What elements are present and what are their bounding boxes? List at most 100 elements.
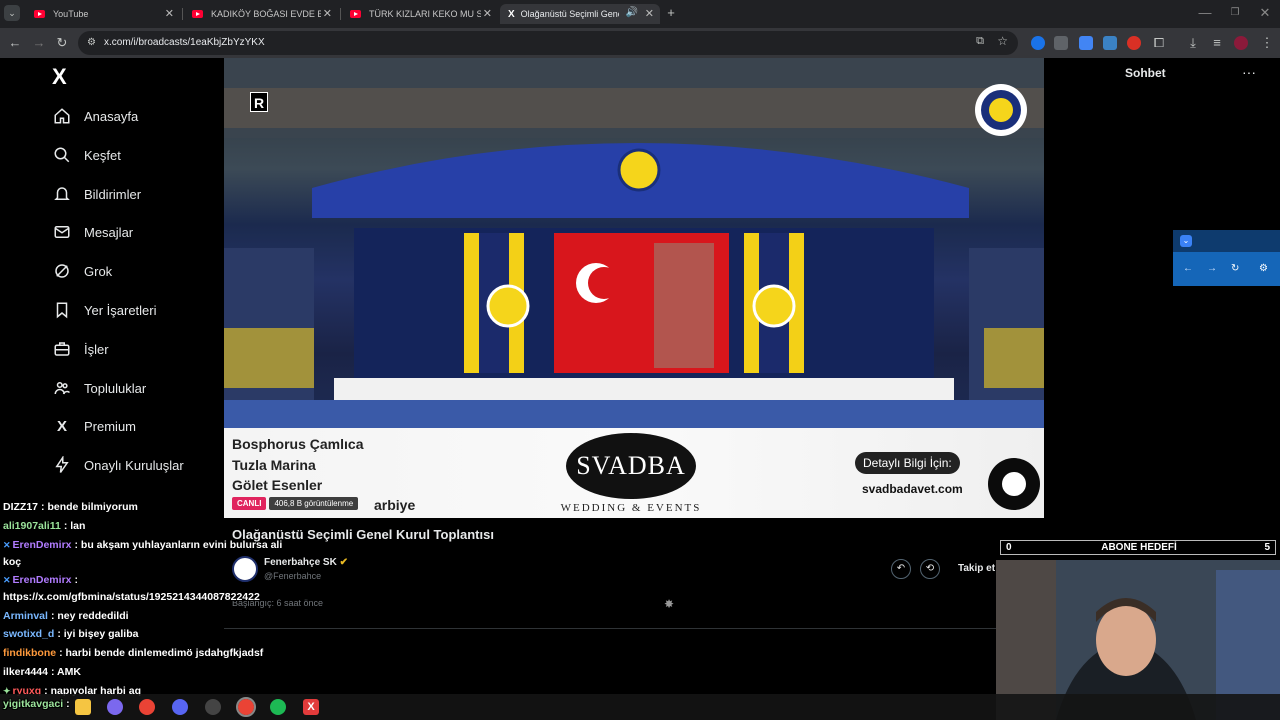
chat-text: bu akşam yuhlayanların evini bulursa ali	[80, 539, 283, 551]
close-icon[interactable]: ✕	[165, 7, 174, 20]
floating-window-titlebar: ⌄	[1173, 230, 1280, 252]
chat-user: yigitkavgaci	[3, 698, 64, 710]
chat-user: Arminval	[3, 610, 48, 622]
youtube-icon	[192, 10, 203, 18]
spotify-icon[interactable]	[270, 699, 286, 715]
discord-icon[interactable]	[172, 699, 188, 715]
sidebar-item-home[interactable]: Anasayfa	[52, 102, 138, 130]
app-icon[interactable]	[107, 699, 123, 715]
sidebar-item-messages[interactable]: Mesajlar	[52, 218, 133, 246]
ad-banner: Bosphorus Çamlıca Tuzla Marina Gölet Ese…	[224, 428, 1044, 518]
tab-broadcast[interactable]: X Olağanüstü Seçimli Genel K 🔊 ✕	[500, 4, 660, 24]
account-handle[interactable]: @Fenerbahce	[264, 571, 321, 581]
chrome-active-icon[interactable]	[236, 697, 256, 717]
chat-panel-title: Sohbet	[1125, 66, 1166, 80]
tab-youtube[interactable]: YouTube ✕	[26, 4, 180, 24]
account-avatar[interactable]	[232, 556, 258, 582]
sidebar-item-verified-orgs[interactable]: Onaylı Kuruluşlar	[52, 451, 184, 479]
chat-user: ErenDemirx	[12, 539, 72, 551]
sidebar-item-explore[interactable]: Keşfet	[52, 141, 121, 169]
settings-icon[interactable]: ⚙	[1259, 263, 1268, 274]
profile-avatar[interactable]	[1234, 36, 1248, 50]
chat-message: swotixd_d: iyi bişey galiba	[3, 628, 139, 640]
url-text[interactable]: x.com/i/broadcasts/1eaKbjZbYzYKX	[104, 37, 265, 48]
chat-text: iyi bişey galiba	[63, 628, 139, 640]
sidebar-item-label: Premium	[84, 418, 137, 434]
extension-icon[interactable]	[1079, 36, 1093, 50]
reload-icon[interactable]: ↻	[1231, 263, 1239, 274]
more-options-icon[interactable]: ···	[1242, 64, 1256, 80]
file-explorer-icon[interactable]	[75, 699, 91, 715]
account-name[interactable]: Fenerbahçe SK ✔	[264, 557, 348, 568]
chevron-down-icon[interactable]: ⌄	[1180, 235, 1192, 247]
close-icon[interactable]: ✕	[645, 7, 654, 20]
sidebar-item-notifications[interactable]: Bildirimler	[52, 180, 141, 208]
video-player[interactable]: R	[224, 58, 1044, 428]
extension-icon[interactable]	[1127, 36, 1141, 50]
extension-icon[interactable]	[1054, 36, 1068, 50]
puzzle-icon[interactable]: ⧠	[1150, 34, 1168, 52]
sidebar-item-premium[interactable]: X Premium	[52, 412, 136, 440]
sidebar-item-bookmarks[interactable]: Yer İşaretleri	[52, 296, 157, 324]
svadba-subtitle: WEDDING & EVENTS	[560, 502, 702, 514]
chat-text: AMK	[57, 666, 81, 678]
chat-message: https://x.com/gfbmina/status/19252143440…	[3, 591, 260, 603]
extension-icon[interactable]	[1031, 36, 1045, 50]
speaker-icon[interactable]: 🔊	[626, 7, 638, 18]
floating-browser-window[interactable]: ⌄ ← → ↻ ⚙	[1173, 230, 1280, 286]
sidebar-item-communities[interactable]: Topluluklar	[52, 374, 146, 402]
sidebar-item-jobs[interactable]: İşler	[52, 335, 109, 363]
chat-user: ErenDemirx	[12, 574, 72, 586]
forward-icon[interactable]: →	[1207, 263, 1217, 274]
chat-text: lan	[70, 520, 86, 532]
back-icon[interactable]: ←	[6, 34, 24, 52]
people-icon	[52, 378, 72, 398]
install-icon[interactable]: ⧉	[976, 35, 984, 48]
menu-icon[interactable]: ⋮	[1258, 34, 1276, 52]
view-count: 406,8 B görüntülenme	[269, 497, 359, 510]
media-icon[interactable]: ≡	[1208, 34, 1226, 52]
close-icon[interactable]: ✕	[483, 7, 492, 20]
obs-icon[interactable]	[205, 699, 221, 715]
chat-user: ilker4444	[3, 666, 48, 678]
maximize-button[interactable]: ❐	[1226, 4, 1244, 22]
x-app-icon[interactable]: X	[303, 699, 319, 715]
tab-title: YouTube	[53, 9, 89, 19]
chat-message: koç	[3, 556, 21, 568]
reply-icon[interactable]: ↶	[891, 559, 911, 579]
sidebar-item-label: Yer İşaretleri	[84, 302, 157, 318]
chat-text: harbi bende dinlemedimö jsdahgfkjadsf	[65, 647, 264, 659]
chat-message: ✕ ErenDemirx: bu akşam yuhlayanların evin…	[3, 539, 283, 551]
youtube-icon	[350, 10, 361, 18]
tab-search-icon[interactable]: ⌄	[4, 5, 20, 21]
youtube-icon	[34, 10, 45, 18]
back-icon[interactable]: ←	[1183, 263, 1193, 274]
banner-line: arbiye	[374, 497, 416, 513]
minimize-button[interactable]: —	[1196, 4, 1214, 22]
repost-icon[interactable]: ⟲	[920, 559, 940, 579]
download-icon[interactable]: ⤓	[1184, 34, 1202, 52]
briefcase-icon	[52, 339, 72, 359]
x-logo-icon[interactable]: X	[52, 64, 67, 90]
grok-icon	[52, 261, 72, 281]
chrome-icon[interactable]	[139, 699, 155, 715]
extension-icon[interactable]	[1103, 36, 1117, 50]
banner-line: Tuzla Marina	[232, 457, 316, 473]
sidebar-item-grok[interactable]: Grok	[52, 257, 112, 285]
window-close-button[interactable]: ✕	[1256, 4, 1274, 22]
tab-kadikoy[interactable]: KADIKÖY BOĞASI EVDE BİR GÜ ✕	[184, 4, 338, 24]
verified-badge-icon: ✔	[339, 557, 348, 568]
forward-icon[interactable]: →	[30, 34, 48, 52]
lightning-icon	[52, 455, 72, 475]
live-label: CANLI	[232, 497, 267, 510]
star-icon[interactable]: ☆	[997, 34, 1008, 48]
address-bar[interactable]: ⚙ x.com/i/broadcasts/1eaKbjZbYzYKX ⧉ ☆	[78, 31, 1018, 55]
new-tab-button[interactable]: +	[662, 4, 680, 22]
chat-message: ✕ ErenDemirx:	[3, 574, 78, 586]
tab-turk[interactable]: TÜRK KIZLARI KEKO MU SEVİYO ✕	[342, 4, 498, 24]
close-icon[interactable]: ✕	[323, 7, 332, 20]
site-info-icon[interactable]: ⚙	[87, 37, 96, 48]
chat-user: findikbone	[3, 647, 57, 659]
reload-icon[interactable]: ↻	[53, 34, 71, 52]
stadium-scene	[224, 58, 1044, 428]
